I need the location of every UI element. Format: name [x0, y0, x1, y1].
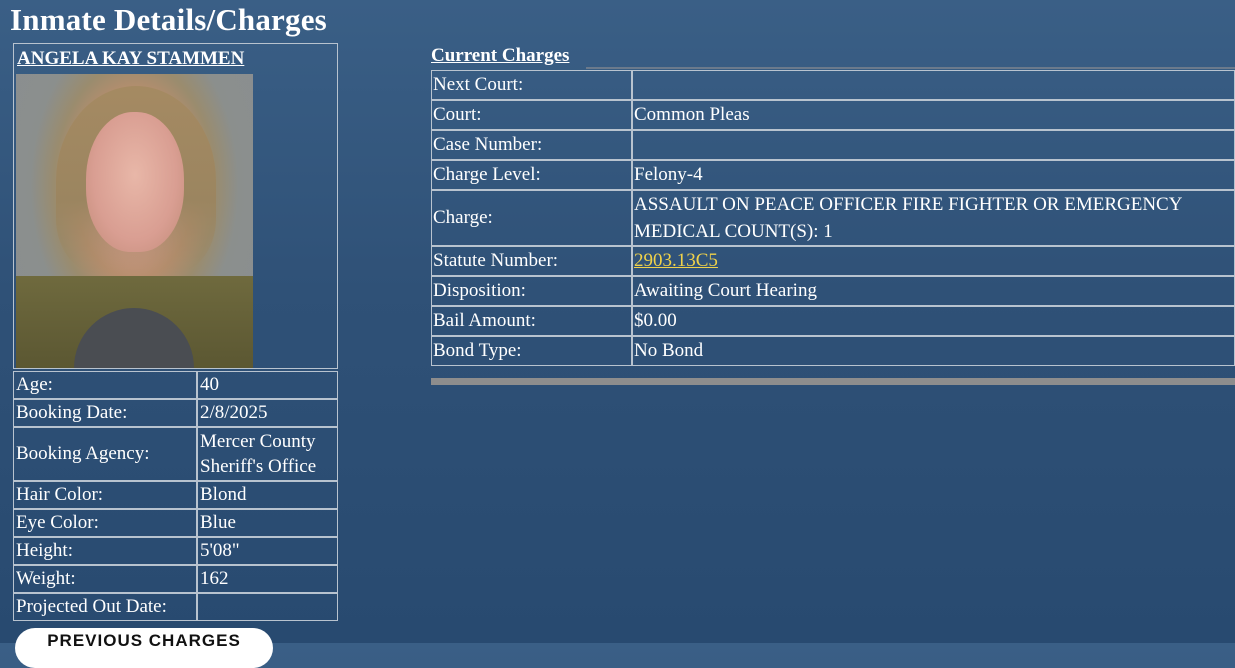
inmate-header-cell: ANGELA KAY STAMMEN	[13, 43, 338, 369]
detail-row-height: Height: 5'08"	[13, 537, 338, 565]
charges-table: Next Court: Court: Common Pleas Case Num…	[431, 70, 1235, 366]
detail-value: 40	[197, 371, 338, 399]
charge-row-bond-type: Bond Type: No Bond	[431, 336, 1235, 366]
charge-value: Awaiting Court Hearing	[632, 276, 1235, 306]
detail-value: 2/8/2025	[197, 399, 338, 427]
charge-label: Disposition:	[431, 276, 632, 306]
charge-value	[632, 130, 1235, 160]
detail-label: Weight:	[13, 565, 197, 593]
detail-label: Projected Out Date:	[13, 593, 197, 621]
detail-row-age: Age: 40	[13, 371, 338, 399]
previous-charges-button[interactable]: PREVIOUS CHARGES	[15, 628, 273, 668]
detail-value: Mercer County Sheriff's Office	[197, 427, 338, 481]
charge-row-charge: Charge: ASSAULT ON PEACE OFFICER FIRE FI…	[431, 190, 1235, 246]
detail-label: Height:	[13, 537, 197, 565]
charge-row-statute-number: Statute Number: 2903.13C5	[431, 246, 1235, 276]
charge-value: Common Pleas	[632, 100, 1235, 130]
detail-label: Booking Agency:	[13, 427, 197, 481]
detail-row-eye-color: Eye Color: Blue	[13, 509, 338, 537]
detail-row-projected-out-date: Projected Out Date:	[13, 593, 338, 621]
charge-value: ASSAULT ON PEACE OFFICER FIRE FIGHTER OR…	[632, 190, 1235, 246]
detail-label: Booking Date:	[13, 399, 197, 427]
charge-value	[632, 70, 1235, 100]
detail-row-weight: Weight: 162	[13, 565, 338, 593]
statute-number-link[interactable]: 2903.13C5	[634, 250, 718, 271]
charge-label: Statute Number:	[431, 246, 632, 276]
charge-label: Charge Level:	[431, 160, 632, 190]
charge-label: Bail Amount:	[431, 306, 632, 336]
charge-row-court: Court: Common Pleas	[431, 100, 1235, 130]
detail-label: Hair Color:	[13, 481, 197, 509]
detail-label: Age:	[13, 371, 197, 399]
current-charges-heading[interactable]: Current Charges	[431, 45, 1235, 69]
charge-row-charge-level: Charge Level: Felony-4	[431, 160, 1235, 190]
charge-value: Felony-4	[632, 160, 1235, 190]
detail-value: Blue	[197, 509, 338, 537]
detail-row-booking-date: Booking Date: 2/8/2025	[13, 399, 338, 427]
detail-value: 162	[197, 565, 338, 593]
current-charges-section: Current Charges Next Court: Court: Commo…	[431, 45, 1235, 385]
charge-value: No Bond	[632, 336, 1235, 366]
charge-label: Charge:	[431, 190, 632, 246]
charge-row-next-court: Next Court:	[431, 70, 1235, 100]
charge-row-disposition: Disposition: Awaiting Court Hearing	[431, 276, 1235, 306]
detail-row-hair-color: Hair Color: Blond	[13, 481, 338, 509]
detail-value: Blond	[197, 481, 338, 509]
detail-label: Eye Color:	[13, 509, 197, 537]
detail-row-booking-agency: Booking Agency: Mercer County Sheriff's …	[13, 427, 338, 481]
charge-label: Next Court:	[431, 70, 632, 100]
detail-value: 5'08"	[197, 537, 338, 565]
page-title: Inmate Details/Charges	[10, 2, 327, 37]
inmate-details-table: Age: 40 Booking Date: 2/8/2025 Booking A…	[13, 371, 338, 621]
charge-label: Court:	[431, 100, 632, 130]
charge-label: Case Number:	[431, 130, 632, 160]
inmate-panel: ANGELA KAY STAMMEN Age: 40 Booking Date:…	[13, 43, 338, 621]
charge-value: $0.00	[632, 306, 1235, 336]
section-divider	[431, 378, 1235, 385]
inmate-photo	[16, 74, 253, 368]
charge-label: Bond Type:	[431, 336, 632, 366]
charge-value: 2903.13C5	[632, 246, 1235, 276]
charge-row-case-number: Case Number:	[431, 130, 1235, 160]
charge-row-bail-amount: Bail Amount: $0.00	[431, 306, 1235, 336]
detail-value	[197, 593, 338, 621]
inmate-name: ANGELA KAY STAMMEN	[17, 48, 245, 69]
